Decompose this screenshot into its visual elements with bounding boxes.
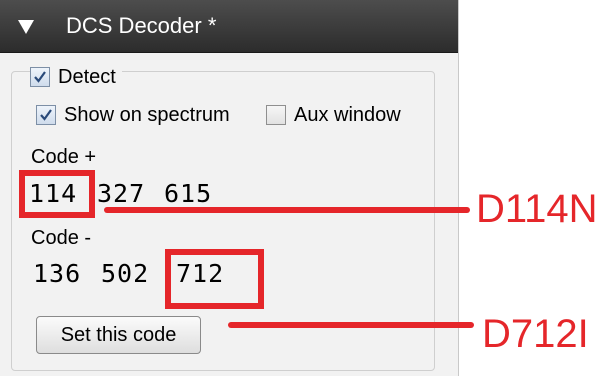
code-minus-label: Code - <box>31 227 92 249</box>
show-on-spectrum-checkbox[interactable] <box>36 105 56 125</box>
detect-option[interactable]: Detect <box>30 65 122 89</box>
aux-window-label: Aux window <box>294 104 401 126</box>
show-on-spectrum-label: Show on spectrum <box>64 104 230 126</box>
code-plus-value-2: 327 <box>97 179 146 208</box>
highlight-box-code-minus <box>165 249 264 309</box>
triangle-down-icon[interactable] <box>14 14 38 38</box>
panel-header[interactable]: DCS Decoder * <box>0 0 458 53</box>
aux-window-checkbox[interactable] <box>266 105 286 125</box>
code-minus-value-1: 136 <box>33 259 82 288</box>
pointer-line-code-plus <box>104 207 470 213</box>
code-plus-value-3: 615 <box>164 179 213 208</box>
show-on-spectrum-option[interactable]: Show on spectrum <box>36 103 236 127</box>
annotation-code-plus: D114N <box>476 187 598 231</box>
pointer-line-code-minus <box>228 322 474 328</box>
highlight-box-code-plus <box>19 170 95 218</box>
panel-title: DCS Decoder * <box>66 13 217 38</box>
aux-window-option[interactable]: Aux window <box>266 103 407 127</box>
annotation-code-minus: D712I <box>482 312 589 356</box>
code-plus-label: Code + <box>31 146 97 168</box>
detect-label: Detect <box>58 66 116 88</box>
checkmark-icon <box>40 109 52 121</box>
set-this-code-button[interactable]: Set this code <box>36 316 201 354</box>
code-minus-value-2: 502 <box>101 259 150 288</box>
detect-checkbox[interactable] <box>30 67 50 87</box>
checkmark-icon <box>34 71 46 83</box>
